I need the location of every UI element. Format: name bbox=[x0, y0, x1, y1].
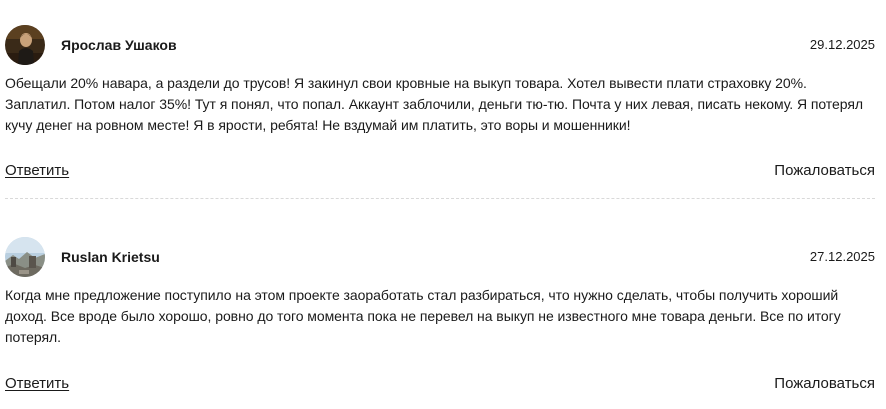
report-link[interactable]: Пожаловаться bbox=[774, 375, 875, 392]
comment-date: 29.12.2025 bbox=[809, 37, 875, 52]
comment-item: Ярослав Ушаков 29.12.2025 Обещали 20% на… bbox=[5, 23, 875, 182]
comment-actions: Ответить Пожаловаться bbox=[5, 162, 875, 182]
comment-item: Ruslan Krietsu 27.12.2025 Когда мне пред… bbox=[5, 235, 875, 395]
comment-divider bbox=[5, 198, 875, 199]
comment-date: 27.12.2025 bbox=[809, 249, 875, 264]
avatar bbox=[5, 237, 45, 277]
author-name: Ярослав Ушаков bbox=[61, 37, 177, 53]
report-link[interactable]: Пожаловаться bbox=[774, 162, 875, 179]
comment-header: Ярослав Ушаков 29.12.2025 bbox=[5, 23, 875, 67]
reply-link[interactable]: Ответить bbox=[5, 375, 69, 392]
author-name: Ruslan Krietsu bbox=[61, 249, 160, 265]
user-photo-avatar-icon bbox=[5, 25, 45, 65]
comment-header: Ruslan Krietsu 27.12.2025 bbox=[5, 235, 875, 279]
comment-actions: Ответить Пожаловаться bbox=[5, 375, 875, 395]
reply-link[interactable]: Ответить bbox=[5, 162, 69, 179]
user-photo-avatar-icon bbox=[5, 237, 45, 277]
avatar bbox=[5, 25, 45, 65]
comment-text: Обещали 20% навара, а раздели до трусов!… bbox=[5, 75, 863, 133]
comment-text: Когда мне предложение поступило на этом … bbox=[5, 287, 841, 345]
